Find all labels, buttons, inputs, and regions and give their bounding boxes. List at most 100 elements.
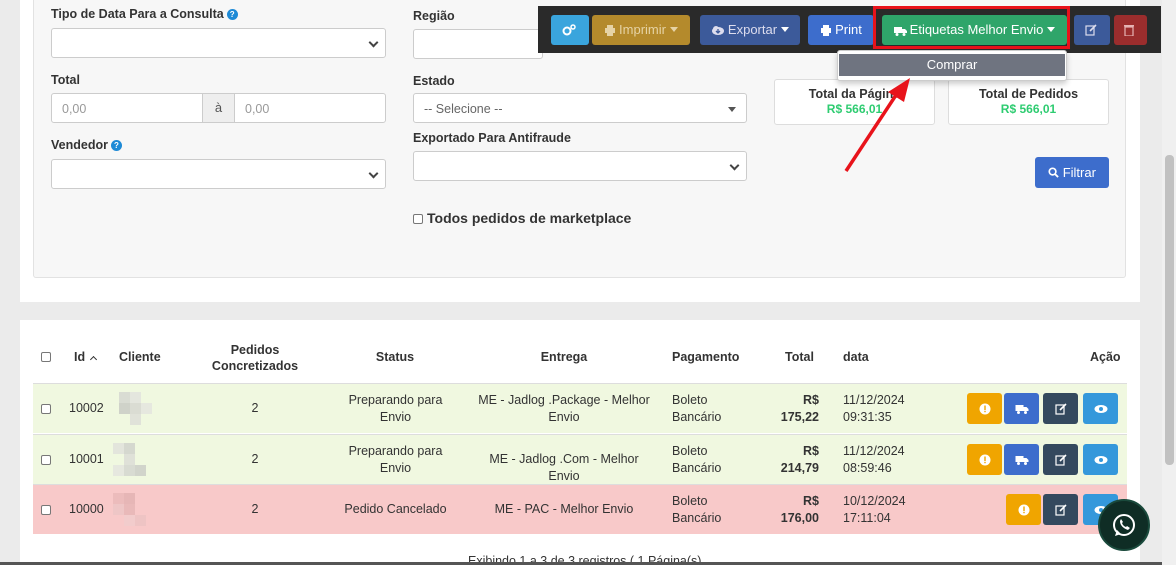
edit-icon	[1054, 402, 1067, 415]
edit-icon	[1084, 24, 1097, 36]
filter-button[interactable]: Filtrar	[1035, 157, 1109, 188]
edit-order-button[interactable]	[1043, 444, 1078, 475]
order-pagamento: Boleto Bancário	[672, 444, 722, 475]
vendedor-select[interactable]	[51, 159, 386, 189]
header-id[interactable]: Id	[74, 350, 97, 364]
order-total: R$ 214,79	[780, 444, 819, 475]
sort-up-icon	[89, 355, 97, 364]
scrollbar-thumb[interactable]	[1165, 155, 1174, 465]
table-row: 10000 2 Pedido Cancelado ME - PAC - Melh…	[33, 484, 1127, 534]
etiquetas-dropdown: Comprar	[837, 50, 1067, 81]
whatsapp-button[interactable]	[1098, 499, 1150, 551]
client-avatar-blurred	[113, 443, 146, 477]
order-id[interactable]: 10000	[69, 501, 104, 518]
chevron-down-icon	[368, 37, 379, 48]
order-entrega: ME - Jadlog .Com - Melhor Envio	[489, 452, 639, 483]
exportar-button[interactable]: Exportar	[700, 15, 800, 45]
print-icon	[821, 25, 832, 36]
edit-icon	[1054, 503, 1067, 516]
tipo-data-label: Tipo de Data Para a Consulta?	[51, 7, 238, 21]
order-total: R$ 176,00	[780, 494, 819, 525]
chevron-down-icon	[728, 107, 736, 112]
order-date: 11/12/2024 09:31:35	[843, 393, 905, 424]
client-avatar-blurred	[119, 392, 152, 426]
help-icon[interactable]: ?	[226, 9, 238, 20]
chevron-down-icon	[368, 168, 379, 179]
settings-button[interactable]	[551, 15, 589, 45]
row-checkbox[interactable]	[41, 455, 51, 465]
order-date: 10/12/2024 17:11:04	[843, 494, 906, 525]
truck-icon	[1015, 455, 1028, 465]
marketplace-checkbox[interactable]	[413, 214, 423, 224]
info-icon	[1018, 504, 1029, 515]
comprar-menu-item[interactable]: Comprar	[839, 54, 1065, 76]
order-entrega: ME - PAC - Melhor Envio	[494, 502, 634, 516]
view-order-button[interactable]	[1083, 444, 1118, 475]
header-data: data	[843, 350, 869, 364]
header-acao: Ação	[1090, 350, 1121, 364]
select-all-checkbox[interactable]	[41, 352, 51, 362]
header-entrega: Entrega	[540, 350, 588, 364]
header-pedidos: Pedidos Concretizados	[211, 343, 299, 373]
total-separator: à	[202, 93, 235, 123]
header-pagamento: Pagamento	[672, 350, 740, 364]
regiao-label: Região	[413, 9, 455, 23]
tipo-data-select[interactable]	[51, 28, 386, 58]
info-button[interactable]	[967, 393, 1002, 424]
annotation-arrow	[844, 78, 910, 172]
estado-label: Estado	[413, 74, 455, 88]
header-cliente: Cliente	[119, 350, 161, 364]
total-max-input[interactable]: 0,00	[234, 93, 386, 123]
vendedor-label: Vendedor?	[51, 138, 122, 152]
table-row: 10001 2 Preparando para Envio ME - Jadlo…	[33, 434, 1127, 484]
regiao-select[interactable]	[413, 29, 543, 59]
eye-icon	[1094, 404, 1107, 413]
print-button[interactable]: Print	[808, 15, 874, 45]
edit-button[interactable]	[1074, 15, 1110, 45]
order-pagamento: Boleto Bancário	[672, 494, 722, 525]
shipping-button[interactable]	[1004, 444, 1039, 475]
order-id[interactable]: 10001	[69, 451, 104, 468]
delete-button[interactable]	[1114, 15, 1147, 45]
order-entrega: ME - Jadlog .Package - Melhor Envio	[478, 393, 650, 424]
cloud-download-icon	[711, 26, 724, 35]
order-total: R$ 175,22	[780, 393, 819, 424]
order-pedidos: 2	[251, 452, 259, 466]
row-checkbox[interactable]	[41, 505, 51, 515]
trash-icon	[1124, 25, 1134, 37]
marketplace-checkbox-row[interactable]: Todos pedidos de marketplace	[413, 210, 631, 226]
order-id[interactable]: 10002	[69, 400, 104, 417]
info-icon	[979, 403, 990, 414]
print-icon	[605, 25, 616, 36]
order-status: Preparando para Envio	[348, 393, 443, 424]
antifraude-label: Exportado Para Antifraude	[413, 131, 571, 145]
edit-icon	[1054, 453, 1067, 466]
whatsapp-icon	[1113, 514, 1135, 536]
view-order-button[interactable]	[1083, 393, 1118, 424]
order-date: 11/12/2024 08:59:46	[843, 444, 905, 475]
order-status: Preparando para Envio	[348, 444, 443, 475]
order-pedidos: 2	[251, 401, 259, 415]
order-pagamento: Boleto Bancário	[672, 393, 722, 424]
row-checkbox[interactable]	[41, 404, 51, 414]
truck-icon	[1015, 404, 1028, 414]
imprimir-button[interactable]: Imprimir	[592, 15, 690, 45]
edit-order-button[interactable]	[1043, 393, 1078, 424]
info-button[interactable]	[967, 444, 1002, 475]
estado-select[interactable]: -- Selecione --	[413, 93, 747, 123]
info-icon	[979, 454, 990, 465]
antifraude-select[interactable]	[413, 151, 747, 181]
total-pedidos-value: R$ 566,01	[1000, 102, 1057, 116]
eye-icon	[1094, 455, 1107, 464]
table-row: 10002 2 Preparando para Envio ME - Jadlo…	[33, 383, 1127, 433]
info-button[interactable]	[1006, 494, 1041, 525]
edit-order-button[interactable]	[1043, 494, 1078, 525]
total-min-input[interactable]: 0,00	[51, 93, 203, 123]
cogs-icon	[562, 24, 576, 36]
search-icon	[1048, 167, 1059, 178]
order-pedidos: 2	[251, 502, 259, 516]
help-icon[interactable]: ?	[110, 140, 122, 151]
order-status: Pedido Cancelado	[344, 502, 447, 516]
total-pedidos-title: Total de Pedidos	[978, 87, 1079, 101]
shipping-button[interactable]	[1004, 393, 1039, 424]
